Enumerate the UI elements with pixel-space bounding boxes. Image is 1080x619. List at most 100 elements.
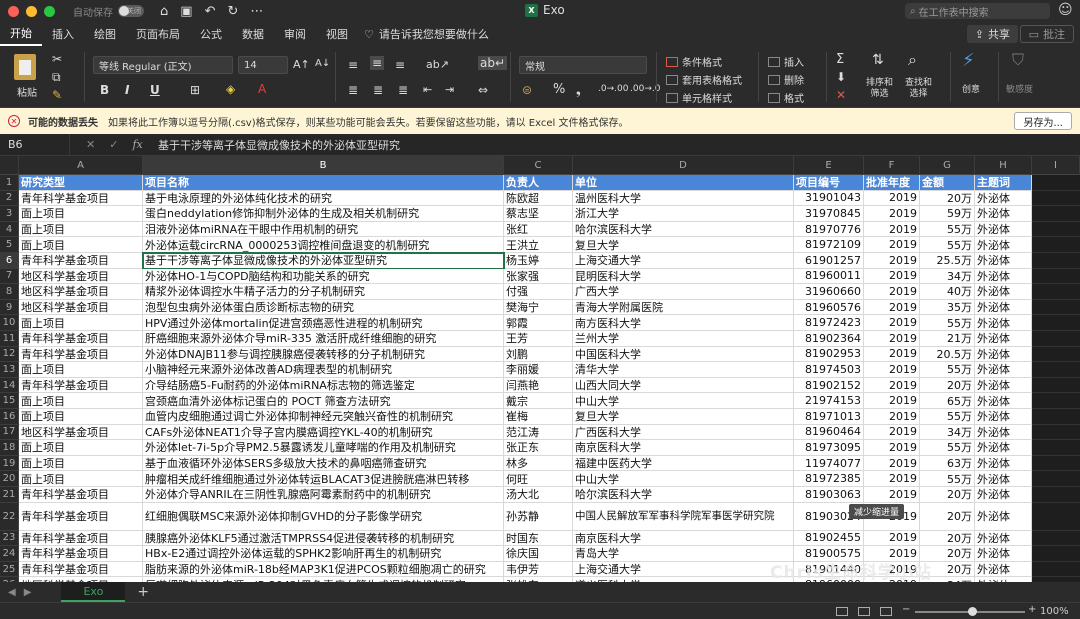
- conditional-format-button[interactable]: 条件格式: [666, 54, 722, 69]
- table-cell[interactable]: 外泌体let-7i-5p介导PM2.5暴露诱发儿童哮喘的作用及机制研究: [143, 440, 504, 456]
- table-cell[interactable]: 81972109: [794, 237, 864, 253]
- table-cell[interactable]: 地区科学基金项目: [19, 268, 143, 285]
- table-cell[interactable]: 2019: [864, 377, 920, 394]
- table-cell[interactable]: 面上项目: [19, 440, 143, 456]
- table-cell[interactable]: 34万: [920, 268, 975, 285]
- table-cell[interactable]: 81960011: [794, 268, 864, 285]
- table-cell[interactable]: 面上项目: [19, 471, 143, 487]
- table-cell[interactable]: 樊海宁: [504, 299, 573, 316]
- table-cell[interactable]: 外泌体介导ANRIL在三阴性乳腺癌阿霉素耐药中的机制研究: [143, 487, 504, 503]
- align-center-icon[interactable]: ≣: [373, 83, 383, 97]
- tab-page-layout[interactable]: 页面布局: [126, 22, 190, 46]
- table-cell[interactable]: 地区科学基金项目: [19, 424, 143, 441]
- table-cell[interactable]: 外泌体: [975, 315, 1032, 331]
- increase-decimal-icon[interactable]: .0→.00: [598, 84, 628, 94]
- insert-cells-button[interactable]: 插入: [768, 54, 804, 69]
- row-header[interactable]: 12: [0, 346, 19, 363]
- row-header[interactable]: 17: [0, 424, 19, 441]
- table-cell[interactable]: 戴宗: [504, 393, 573, 409]
- table-cell[interactable]: 25.5万: [920, 253, 975, 269]
- redo-icon[interactable]: ↻: [227, 4, 238, 19]
- table-cell[interactable]: 外泌体: [975, 502, 1032, 531]
- tab-view[interactable]: 视图: [316, 22, 358, 46]
- save-icon[interactable]: ▣: [180, 4, 192, 19]
- decrease-indent-icon[interactable]: ⇤: [423, 83, 432, 96]
- table-cell[interactable]: 20万: [920, 530, 975, 547]
- table-cell[interactable]: 复旦大学: [573, 409, 794, 425]
- table-cell[interactable]: 55万: [920, 237, 975, 253]
- table-cell[interactable]: 清华大学: [573, 362, 794, 378]
- empty-cell[interactable]: [1032, 253, 1080, 269]
- table-format-button[interactable]: 套用表格格式: [666, 72, 742, 87]
- table-cell[interactable]: 复旦大学: [573, 237, 794, 253]
- table-cell[interactable]: 南方医科大学: [573, 315, 794, 331]
- table-cell[interactable]: 面上项目: [19, 315, 143, 331]
- table-cell[interactable]: 王洪立: [504, 237, 573, 253]
- empty-cell[interactable]: [1032, 221, 1080, 238]
- empty-cell[interactable]: [1032, 546, 1080, 562]
- row-header[interactable]: 19: [0, 455, 19, 472]
- table-cell[interactable]: 面上项目: [19, 362, 143, 378]
- empty-cell[interactable]: [1032, 331, 1080, 347]
- table-header-cell[interactable]: 主题词: [975, 175, 1032, 191]
- autosave-toggle[interactable]: 关闭: [118, 5, 144, 17]
- align-bottom-icon[interactable]: ≡: [395, 58, 405, 72]
- sensitivity-label[interactable]: 敏感度: [1006, 82, 1033, 95]
- table-cell[interactable]: 2019: [864, 190, 920, 207]
- tab-insert[interactable]: 插入: [42, 22, 84, 46]
- table-cell[interactable]: 中国人民解放军军事科学院军事医学研究院: [573, 502, 794, 531]
- table-cell[interactable]: 韦伊芳: [504, 561, 573, 578]
- column-header-g[interactable]: G: [920, 156, 975, 175]
- table-cell[interactable]: 外泌体: [975, 190, 1032, 207]
- row-header[interactable]: 20: [0, 471, 19, 487]
- sort-filter-label[interactable]: 排序和 筛选: [866, 78, 893, 100]
- row-header[interactable]: 23: [0, 530, 19, 547]
- table-cell[interactable]: HBx-E2通过调控外泌体运载的SPHK2影响肝再生的机制研究: [143, 546, 504, 562]
- empty-cell[interactable]: [1032, 455, 1080, 472]
- accounting-format-icon[interactable]: ⊜: [522, 83, 532, 97]
- tab-home[interactable]: 开始: [0, 22, 42, 46]
- table-cell[interactable]: 20万: [920, 377, 975, 394]
- column-header-i[interactable]: I: [1032, 156, 1080, 175]
- comments-button[interactable]: ▭ 批注: [1019, 25, 1074, 43]
- table-cell[interactable]: 81960464: [794, 424, 864, 441]
- row-header[interactable]: 2: [0, 190, 19, 207]
- table-cell[interactable]: 福建中医药大学: [573, 455, 794, 472]
- table-cell[interactable]: 张红: [504, 221, 573, 238]
- borders-icon[interactable]: ⊞: [190, 83, 200, 97]
- table-cell[interactable]: 21974153: [794, 393, 864, 409]
- table-cell[interactable]: 81970776: [794, 221, 864, 238]
- find-select-label[interactable]: 查找和 选择: [905, 78, 932, 100]
- table-cell[interactable]: 55万: [920, 440, 975, 456]
- table-cell[interactable]: 面上项目: [19, 221, 143, 238]
- table-cell[interactable]: 外泌体: [975, 487, 1032, 503]
- table-header-cell[interactable]: 单位: [573, 175, 794, 191]
- minimize-window-button[interactable]: [26, 5, 37, 17]
- table-cell[interactable]: 81973095: [794, 440, 864, 456]
- percent-style-button[interactable]: %: [553, 82, 565, 97]
- save-as-button[interactable]: 另存为...: [1014, 112, 1072, 130]
- table-cell[interactable]: 61901257: [794, 253, 864, 269]
- table-cell[interactable]: 血管内皮细胞通过调亡外泌体抑制神经元突触兴奋性的机制研究: [143, 409, 504, 425]
- empty-cell[interactable]: [1032, 530, 1080, 547]
- copy-icon[interactable]: ⧉: [52, 70, 61, 85]
- sheet-tab-exo[interactable]: Exo: [61, 582, 126, 602]
- row-header[interactable]: 8: [0, 284, 19, 300]
- table-cell[interactable]: 郭霞: [504, 315, 573, 331]
- table-cell[interactable]: 青海大学附属医院: [573, 299, 794, 316]
- row-header[interactable]: 25: [0, 561, 19, 578]
- table-cell[interactable]: 精浆外泌体调控水牛精子活力的分子机制研究: [143, 284, 504, 300]
- row-header[interactable]: 24: [0, 546, 19, 562]
- normal-view-icon[interactable]: [836, 607, 848, 616]
- table-header-cell[interactable]: 金额: [920, 175, 975, 191]
- empty-cell[interactable]: [1032, 284, 1080, 300]
- table-cell[interactable]: 55万: [920, 362, 975, 378]
- table-cell[interactable]: 张家强: [504, 268, 573, 285]
- empty-cell[interactable]: [1032, 393, 1080, 409]
- table-cell[interactable]: 基于电泳原理的外泌体纯化技术的研究: [143, 190, 504, 207]
- table-cell[interactable]: 2019: [864, 362, 920, 378]
- table-cell[interactable]: 81902364: [794, 331, 864, 347]
- table-cell[interactable]: 青岛大学: [573, 546, 794, 562]
- tab-formulas[interactable]: 公式: [190, 22, 232, 46]
- table-cell[interactable]: 81960576: [794, 299, 864, 316]
